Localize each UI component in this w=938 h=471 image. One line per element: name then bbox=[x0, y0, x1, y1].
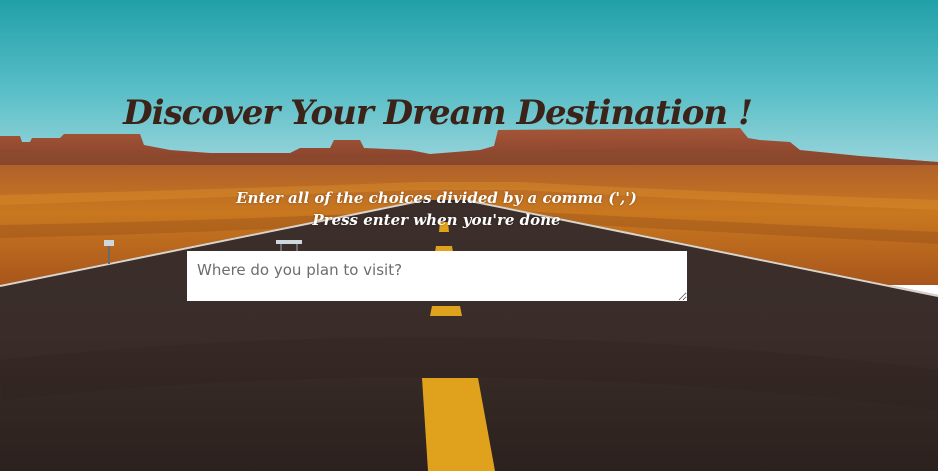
instruction-line-comma: Enter all of the choices divided by a co… bbox=[236, 189, 637, 207]
destination-input[interactable] bbox=[187, 251, 687, 301]
background-desert-road-image bbox=[0, 0, 938, 471]
page-title: Discover Your Dream Destination ! bbox=[123, 93, 753, 133]
instruction-line-enter: Press enter when you're done bbox=[312, 211, 561, 229]
instructions: Enter all of the choices divided by a co… bbox=[0, 187, 873, 231]
